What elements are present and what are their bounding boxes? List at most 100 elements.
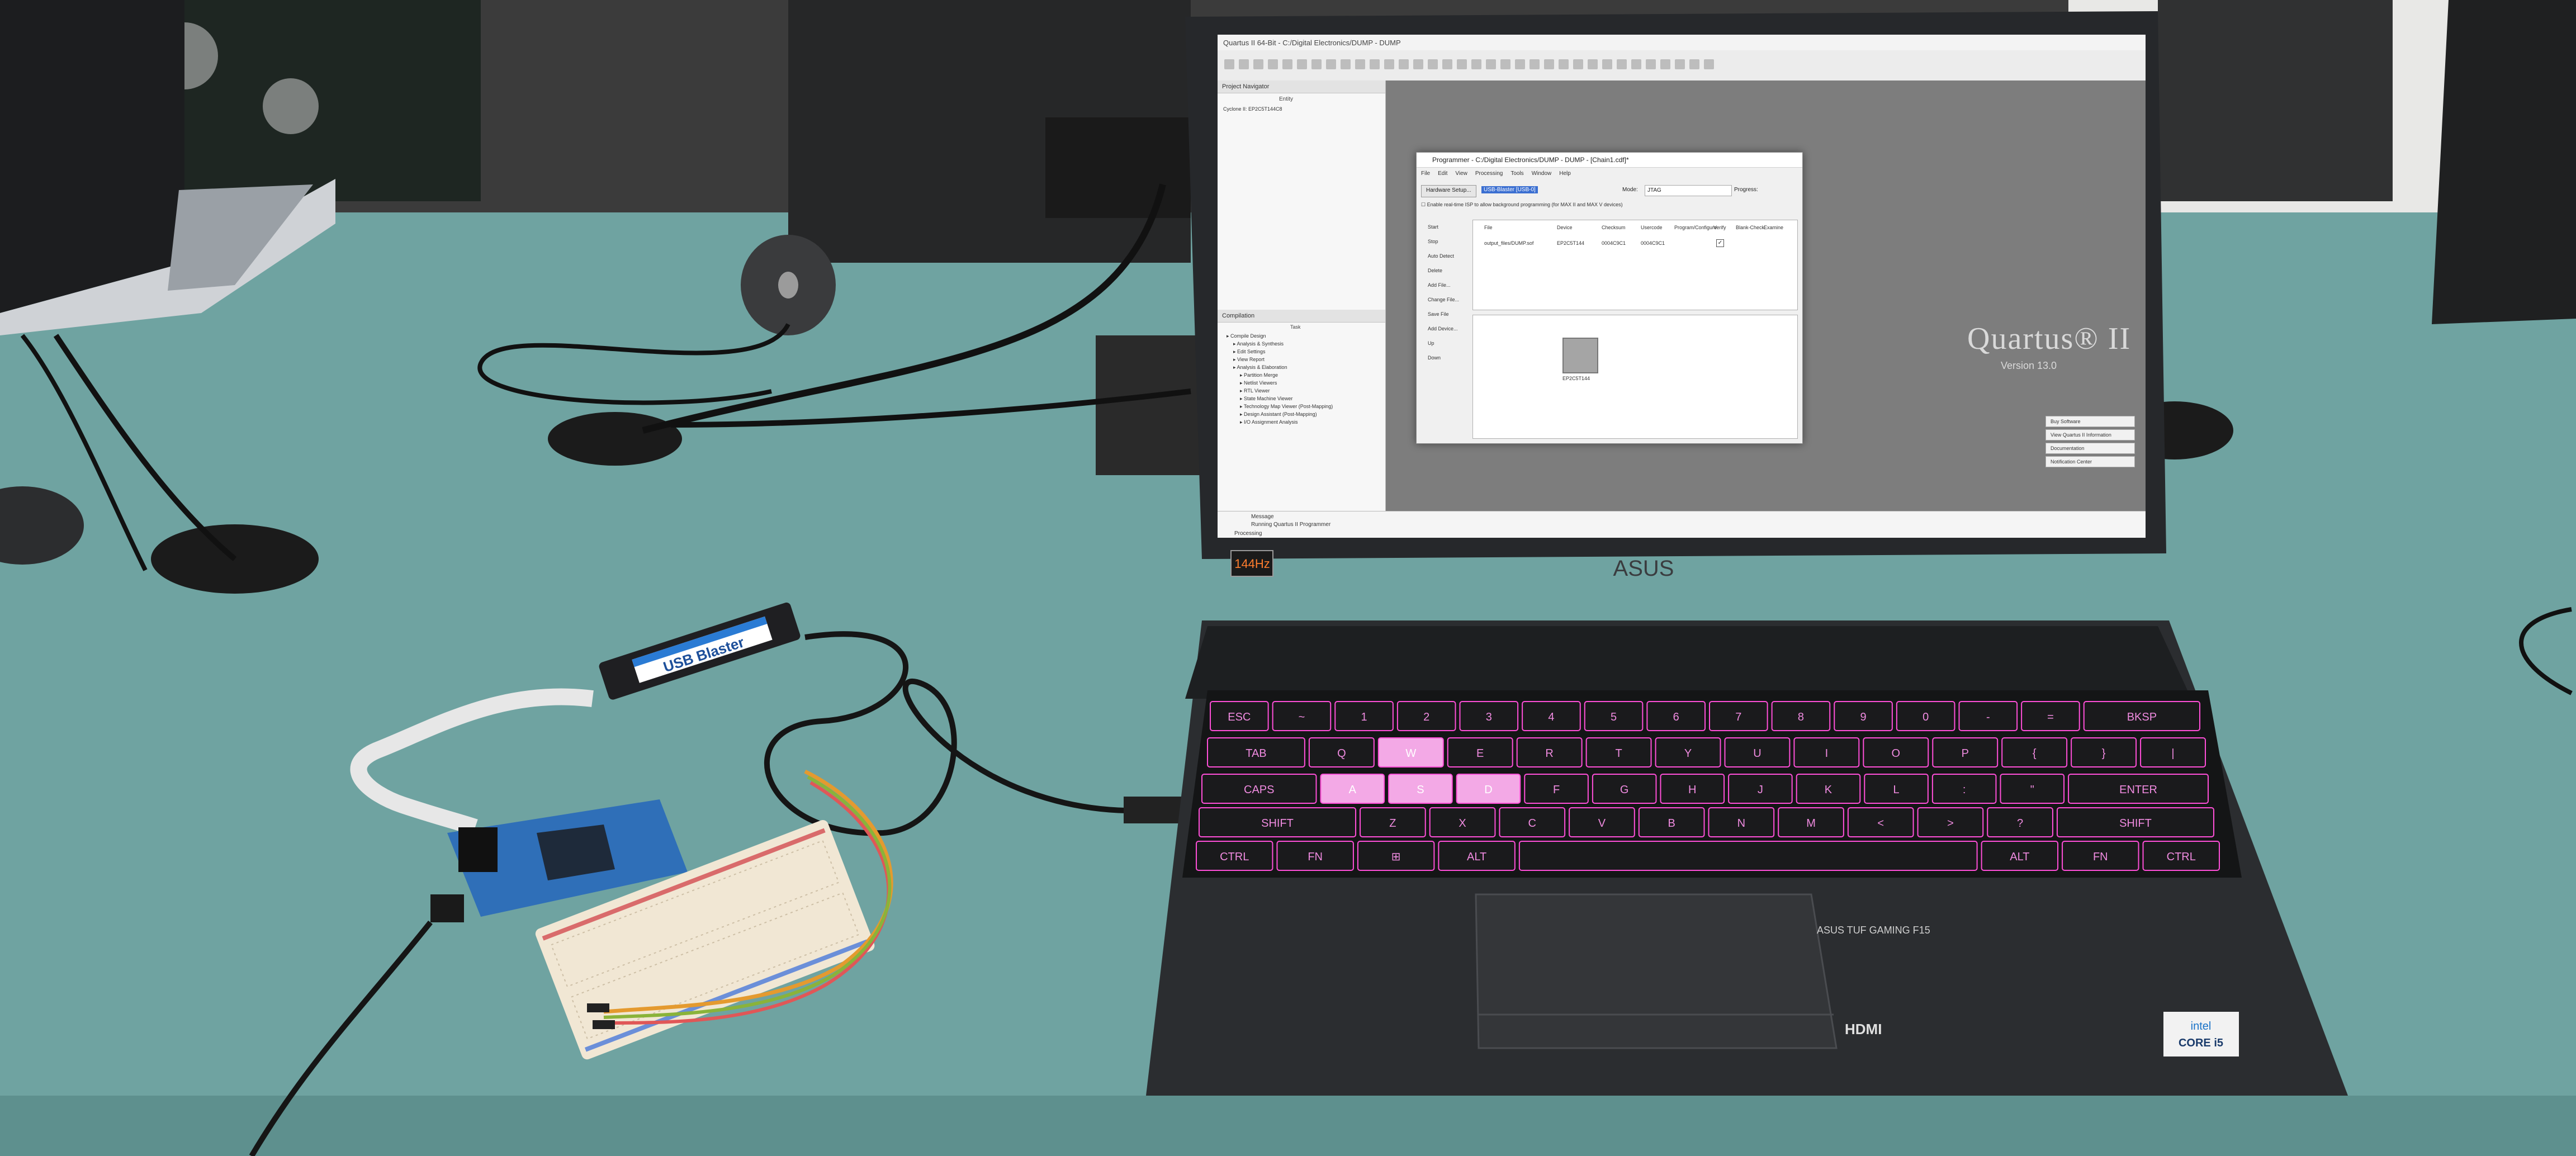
programmer-menu-item[interactable]: Window [1532, 170, 1552, 177]
keyboard-key[interactable]: G [1592, 774, 1657, 804]
toolbar-icon[interactable] [1675, 59, 1685, 69]
keyboard-key[interactable]: I [1793, 737, 1860, 767]
toolbar-icon[interactable] [1384, 59, 1394, 69]
keyboard-key[interactable] [1518, 841, 1978, 871]
toolbar-icon[interactable] [1646, 59, 1656, 69]
toolbar-icon[interactable] [1239, 59, 1249, 69]
keyboard-key[interactable]: : [1931, 774, 1997, 804]
programmer-side-button[interactable]: Down [1421, 350, 1464, 365]
toolbar-icon[interactable] [1442, 59, 1452, 69]
keyboard-key[interactable]: CTRL [1196, 841, 1273, 871]
task-item[interactable]: ▸ Compile Design [1222, 333, 1381, 341]
keyboard-key[interactable]: 4 [1522, 701, 1581, 731]
keyboard-key[interactable]: Z [1360, 807, 1426, 837]
programmer-side-button[interactable]: Delete [1421, 263, 1464, 278]
toolbar-icon[interactable] [1413, 59, 1423, 69]
keyboard-key[interactable]: W [1377, 737, 1444, 767]
task-item[interactable]: ▸ Analysis & Synthesis [1222, 341, 1381, 349]
toolbar-icon[interactable] [1311, 59, 1322, 69]
keyboard-key[interactable]: L [1864, 774, 1929, 804]
keyboard-key[interactable]: D [1456, 774, 1521, 804]
keyboard-key[interactable]: 5 [1584, 701, 1644, 731]
keyboard-key[interactable]: N [1708, 807, 1775, 837]
keyboard-key[interactable]: FN [2062, 841, 2139, 871]
toolbar-icon[interactable] [1631, 59, 1641, 69]
keyboard-key[interactable]: ⊞ [1357, 841, 1435, 871]
keyboard-key[interactable]: " [2000, 774, 2065, 804]
toolbar-icon[interactable] [1617, 59, 1627, 69]
keyboard-key[interactable]: } [2071, 737, 2137, 767]
toolbar-icon[interactable] [1515, 59, 1525, 69]
keyboard-key[interactable]: 2 [1396, 701, 1456, 731]
keyboard-key[interactable]: B [1638, 807, 1705, 837]
hardware-setup-button[interactable]: Hardware Setup... [1421, 185, 1476, 197]
device-node[interactable]: Cyclone II: EP2C5T144C8 [1223, 106, 1282, 112]
keyboard-key[interactable]: = [2021, 701, 2080, 731]
toolbar-icon[interactable] [1602, 59, 1612, 69]
keyboard-key[interactable]: 0 [1896, 701, 1955, 731]
keyboard-key[interactable]: X [1429, 807, 1496, 837]
task-item[interactable]: ▸ State Machine Viewer [1222, 396, 1381, 404]
toolbar-icon[interactable] [1399, 59, 1409, 69]
programmer-menu-item[interactable]: Edit [1438, 170, 1447, 177]
keyboard-key[interactable]: H [1660, 774, 1725, 804]
keyboard-key[interactable]: S [1388, 774, 1453, 804]
keyboard-key[interactable]: Q [1308, 737, 1375, 767]
keyboard-key[interactable]: 7 [1709, 701, 1768, 731]
keyboard-key[interactable]: SHIFT [2056, 807, 2215, 837]
home-side-button[interactable]: Documentation [2045, 443, 2135, 454]
programmer-menu-item[interactable]: Help [1559, 170, 1571, 177]
programmer-side-button[interactable]: Change File... [1421, 292, 1464, 307]
task-item[interactable]: ▸ View Report [1222, 357, 1381, 364]
programmer-side-button[interactable]: Auto Detect [1421, 249, 1464, 263]
toolbar-icon[interactable] [1297, 59, 1307, 69]
keyboard-key[interactable]: SHIFT [1199, 807, 1357, 837]
toolbar-icon[interactable] [1660, 59, 1670, 69]
toolbar-icon[interactable] [1268, 59, 1278, 69]
task-item[interactable]: ▸ Partition Merge [1222, 372, 1381, 380]
task-item[interactable]: ▸ Design Assistant (Post-Mapping) [1222, 411, 1381, 419]
keyboard-key[interactable]: TAB [1207, 737, 1305, 767]
keyboard-key[interactable]: U [1724, 737, 1791, 767]
keyboard-key[interactable]: O [1863, 737, 1929, 767]
programmer-menu-item[interactable]: Tools [1510, 170, 1523, 177]
toolbar-icon[interactable] [1689, 59, 1699, 69]
keyboard-key[interactable]: 6 [1646, 701, 1706, 731]
keyboard-key[interactable]: F [1524, 774, 1589, 804]
keyboard-key[interactable]: 1 [1334, 701, 1394, 731]
programmer-side-button[interactable]: Add File... [1421, 278, 1464, 292]
program-checkbox[interactable]: ✓ [1716, 239, 1724, 247]
keyboard-key[interactable]: BKSP [2083, 701, 2200, 731]
keyboard-key[interactable]: 8 [1771, 701, 1831, 731]
keyboard-key[interactable]: E [1447, 737, 1513, 767]
keyboard-key[interactable]: T [1585, 737, 1652, 767]
task-item[interactable]: ▸ Analysis & Elaboration [1222, 364, 1381, 372]
programmer-menu-item[interactable]: View [1455, 170, 1467, 177]
home-side-button[interactable]: Buy Software [2045, 416, 2135, 427]
home-side-button[interactable]: Notification Center [2045, 456, 2135, 467]
toolbar-icon[interactable] [1486, 59, 1496, 69]
task-item[interactable]: ▸ Netlist Viewers [1222, 380, 1381, 388]
programmer-side-button[interactable]: Add Device... [1421, 321, 1464, 336]
mode-select[interactable]: JTAG [1645, 185, 1732, 196]
programmer-menu-item[interactable]: File [1421, 170, 1430, 177]
keyboard-key[interactable]: > [1917, 807, 1984, 837]
realtime-isp-checkbox[interactable]: ☐ Enable real-time ISP to allow backgrou… [1421, 202, 1623, 208]
keyboard-key[interactable]: | [2140, 737, 2206, 767]
programmer-side-button[interactable]: Start [1421, 220, 1464, 234]
keyboard-key[interactable]: ESC [1210, 701, 1269, 731]
keyboard-key[interactable]: CTRL [2142, 841, 2220, 871]
keyboard-key[interactable]: P [1932, 737, 1999, 767]
toolbar-icon[interactable] [1544, 59, 1554, 69]
keyboard-key[interactable]: M [1778, 807, 1844, 837]
keyboard-key[interactable]: 9 [1834, 701, 1893, 731]
keyboard-key[interactable]: A [1320, 774, 1385, 804]
toolbar-icon[interactable] [1530, 59, 1540, 69]
toolbar-icon[interactable] [1471, 59, 1481, 69]
keyboard-key[interactable]: Y [1655, 737, 1721, 767]
toolbar-icon[interactable] [1282, 59, 1292, 69]
toolbar-icon[interactable] [1573, 59, 1583, 69]
programmer-menu-item[interactable]: Processing [1475, 170, 1503, 177]
toolbar-icon[interactable] [1588, 59, 1598, 69]
keyboard-key[interactable]: K [1796, 774, 1861, 804]
